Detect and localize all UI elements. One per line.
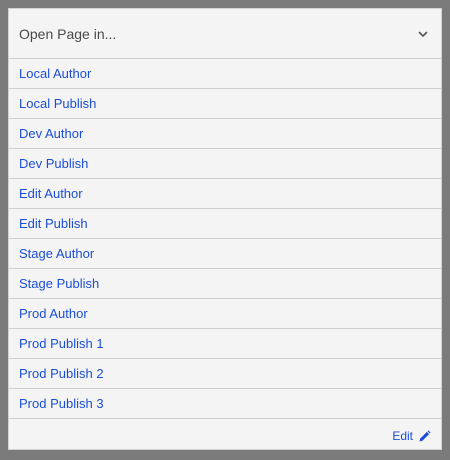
list-item-local-publish[interactable]: Local Publish <box>9 89 441 119</box>
list-item-label: Prod Publish 1 <box>19 336 104 351</box>
pencil-icon <box>418 429 431 443</box>
list-item-stage-author[interactable]: Stage Author <box>9 239 441 269</box>
list-item-dev-publish[interactable]: Dev Publish <box>9 149 441 179</box>
dropdown-label: Open Page in... <box>19 25 117 42</box>
list-item-label: Prod Publish 3 <box>19 396 104 411</box>
open-page-panel: Open Page in... Local Author Local Publi… <box>8 8 442 450</box>
environment-list: Local Author Local Publish Dev Author De… <box>9 59 441 419</box>
edit-label: Edit <box>392 429 413 443</box>
list-item-dev-author[interactable]: Dev Author <box>9 119 441 149</box>
list-item-prod-author[interactable]: Prod Author <box>9 299 441 329</box>
list-item-label: Edit Publish <box>19 216 88 231</box>
list-item-label: Local Publish <box>19 96 97 111</box>
list-item-prod-publish-3[interactable]: Prod Publish 3 <box>9 389 441 419</box>
edit-button[interactable]: Edit <box>392 429 431 443</box>
list-item-prod-publish-1[interactable]: Prod Publish 1 <box>9 329 441 359</box>
list-item-label: Edit Author <box>19 186 83 201</box>
list-item-label: Dev Publish <box>19 156 89 171</box>
list-item-label: Prod Author <box>19 306 88 321</box>
list-item-edit-author[interactable]: Edit Author <box>9 179 441 209</box>
list-item-label: Prod Publish 2 <box>19 366 104 381</box>
list-item-label: Local Author <box>19 66 92 81</box>
list-item-edit-publish[interactable]: Edit Publish <box>9 209 441 239</box>
list-item-stage-publish[interactable]: Stage Publish <box>9 269 441 299</box>
list-item-label: Dev Author <box>19 126 84 141</box>
chevron-down-icon[interactable] <box>417 28 429 40</box>
list-item-prod-publish-2[interactable]: Prod Publish 2 <box>9 359 441 389</box>
list-item-local-author[interactable]: Local Author <box>9 59 441 89</box>
open-page-dropdown[interactable]: Open Page in... <box>9 9 441 59</box>
list-item-label: Stage Author <box>19 246 95 261</box>
list-item-label: Stage Publish <box>19 276 100 291</box>
